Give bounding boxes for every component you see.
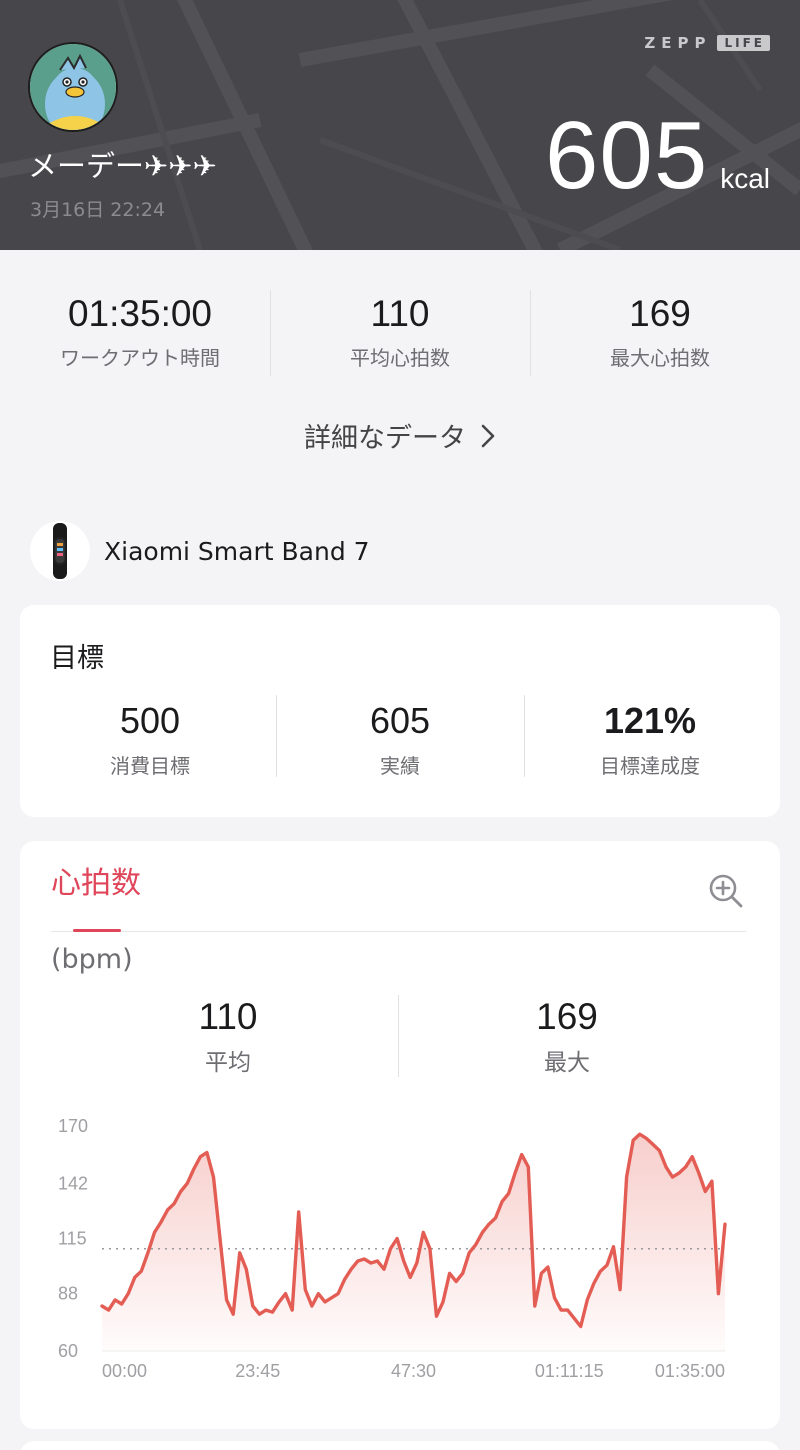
brand-badge: LIFE <box>717 35 770 51</box>
x-tick-label: 01:35:00 <box>655 1361 725 1381</box>
zoom-in-button[interactable] <box>708 873 744 909</box>
stat-label: 最大心拍数 <box>610 346 710 370</box>
goal-value: 605 <box>369 700 431 741</box>
zoom-in-icon <box>709 874 743 908</box>
x-tick-label: 01:11:15 <box>535 1361 604 1381</box>
calories-unit: kcal <box>720 163 770 194</box>
tab-indicator <box>73 929 121 932</box>
goal-target: 500 消費目標 <box>25 700 275 779</box>
hr-value: 110 <box>198 996 258 1037</box>
workout-header: ZEPP LIFE メーデー✈✈✈ 3月16日 22:24 605 kcal <box>0 0 800 250</box>
goal-label: 消費目標 <box>110 754 190 778</box>
avatar[interactable] <box>28 42 118 132</box>
calories-display: 605 kcal <box>545 108 770 204</box>
goal-actual: 605 実績 <box>275 700 525 779</box>
zepp-life-logo: ZEPP LIFE <box>644 34 770 52</box>
stat-value: 01:35:00 <box>67 293 213 334</box>
goal-achievement: 121% 目標達成度 <box>525 700 775 779</box>
stat-value: 169 <box>629 293 691 334</box>
hr-value: 169 <box>536 996 598 1037</box>
heart-rate-card: 心拍数 (bpm) 110 平均 169 最大 170 142 115 88 60 00:… <box>20 841 780 1429</box>
username: メーデー✈✈✈ <box>28 149 217 183</box>
y-tick-label: 88 <box>58 1284 78 1304</box>
detailed-data-label: 詳細なデータ <box>304 423 466 454</box>
goal-card: 目標 500 消費目標 605 実績 121% 目標達成度 <box>20 605 780 817</box>
hr-label: 最大 <box>544 1050 590 1076</box>
workout-summary: 01:35:00 ワークアウト時間 110 平均心拍数 169 最大心拍数 詳細… <box>0 250 800 486</box>
y-tick-label: 115 <box>58 1229 87 1249</box>
x-tick-label: 23:45 <box>235 1361 280 1381</box>
summary-stat-duration: 01:35:00 ワークアウト時間 <box>10 292 270 371</box>
hr-average: 110 平均 <box>78 995 378 1077</box>
x-tick-label: 00:00 <box>102 1361 147 1381</box>
bpm-unit-label: (bpm) <box>51 944 133 975</box>
bird-avatar-icon <box>30 44 116 130</box>
stat-label: 平均心拍数 <box>350 346 450 370</box>
stat-label: ワークアウト時間 <box>60 346 220 370</box>
goal-value: 500 <box>119 700 181 741</box>
y-tick-label: 60 <box>58 1341 78 1361</box>
device-row[interactable]: Xiaomi Smart Band 7 <box>30 521 370 581</box>
tab-divider <box>51 931 746 932</box>
next-card <box>20 1441 780 1450</box>
x-tick-label: 47:30 <box>391 1361 436 1381</box>
calories-value: 605 <box>545 102 709 209</box>
brand-name: ZEPP <box>644 34 712 52</box>
summary-stat-max-hr: 169 最大心拍数 <box>530 292 790 371</box>
smart-band-icon <box>30 521 90 581</box>
workout-datetime: 3月16日 22:24 <box>30 199 166 221</box>
chevron-right-icon <box>481 424 495 447</box>
goal-title: 目標 <box>50 643 104 674</box>
y-tick-label: 170 <box>58 1116 88 1136</box>
y-tick-label: 142 <box>58 1173 88 1193</box>
summary-stat-avg-hr: 110 平均心拍数 <box>270 292 530 371</box>
device-name: Xiaomi Smart Band 7 <box>104 536 370 566</box>
hr-max: 169 最大 <box>417 995 717 1077</box>
stat-value: 110 <box>370 293 430 334</box>
heart-rate-chart: 170 142 115 88 60 00:00 23:45 47:30 01:11:15 01:3… <box>58 1116 727 1381</box>
goal-value: 121% <box>603 700 697 741</box>
goal-label: 実績 <box>380 754 420 778</box>
detailed-data-link[interactable]: 詳細なデータ <box>0 416 800 455</box>
tab-heart-rate[interactable]: 心拍数 <box>51 858 141 902</box>
divider <box>398 995 399 1077</box>
goal-label: 目標達成度 <box>600 754 700 778</box>
hr-label: 平均 <box>205 1050 251 1076</box>
